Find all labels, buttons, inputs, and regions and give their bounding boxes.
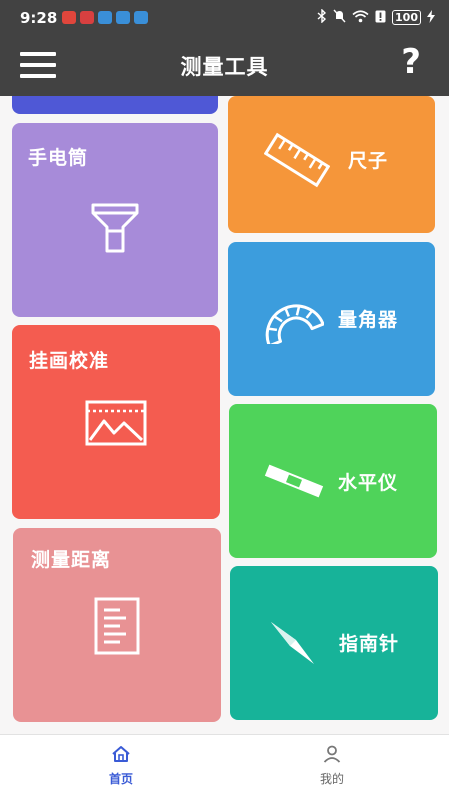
tool-card-label: 尺子 [348,150,389,172]
tool-card-flashlight[interactable]: 手电筒 [12,123,218,317]
tool-card-spirit-level[interactable]: 水平仪 [229,404,437,558]
picture-frame-icon [84,399,148,451]
nav-tab-home[interactable]: 首页 [81,745,161,787]
protractor-icon [258,292,325,348]
partial-tool-card[interactable] [12,96,218,114]
bottom-navigation: 首页 我的 [0,734,449,800]
tool-card-label: 指南针 [339,633,400,655]
notification-icon [134,11,148,24]
ruler-icon [263,132,331,192]
tool-card-distance[interactable]: 测量距离 [13,528,221,722]
notification-icon [98,11,112,24]
system-icons: 100 [317,8,435,26]
app-bar: 测量工具 ? [0,36,449,96]
notification-icon [62,11,76,24]
tool-card-label: 量角器 [338,309,399,331]
document-lines-icon [93,596,141,660]
home-icon [111,745,131,767]
status-bar: 9:28 100 [0,0,449,36]
notification-icons [62,11,148,24]
notification-icon [80,11,94,24]
wifi-icon [352,9,369,26]
tool-card-label: 测量距离 [31,549,112,571]
bluetooth-icon [317,8,327,26]
tool-card-label: 手电筒 [28,147,89,169]
alert-icon [375,10,386,26]
mute-icon [333,9,346,26]
spirit-level-icon [263,460,325,506]
tool-card-protractor[interactable]: 量角器 [228,242,435,396]
nav-tab-label: 首页 [108,772,133,786]
person-icon [322,745,342,767]
status-time: 9:28 [20,9,58,27]
battery-level: 100 [392,10,421,25]
tool-card-label: 水平仪 [338,472,399,494]
tool-card-picture-level[interactable]: 挂画校准 [12,325,220,519]
flashlight-icon [87,201,143,261]
charging-icon [427,9,435,26]
tool-card-label: 挂画校准 [29,350,110,372]
compass-needle-icon [268,618,318,672]
nav-tab-mine[interactable]: 我的 [292,745,372,787]
tool-card-compass[interactable]: 指南针 [230,566,438,720]
nav-tab-label: 我的 [319,772,344,786]
tool-card-ruler[interactable]: 尺子 [228,96,435,233]
page-title: 测量工具 [180,55,269,79]
tool-grid: 手电筒 尺子 量角器 挂画校准 水平仪 测量距离 指南针 [0,96,449,734]
notification-icon [116,11,130,24]
help-button[interactable]: ? [401,42,421,82]
